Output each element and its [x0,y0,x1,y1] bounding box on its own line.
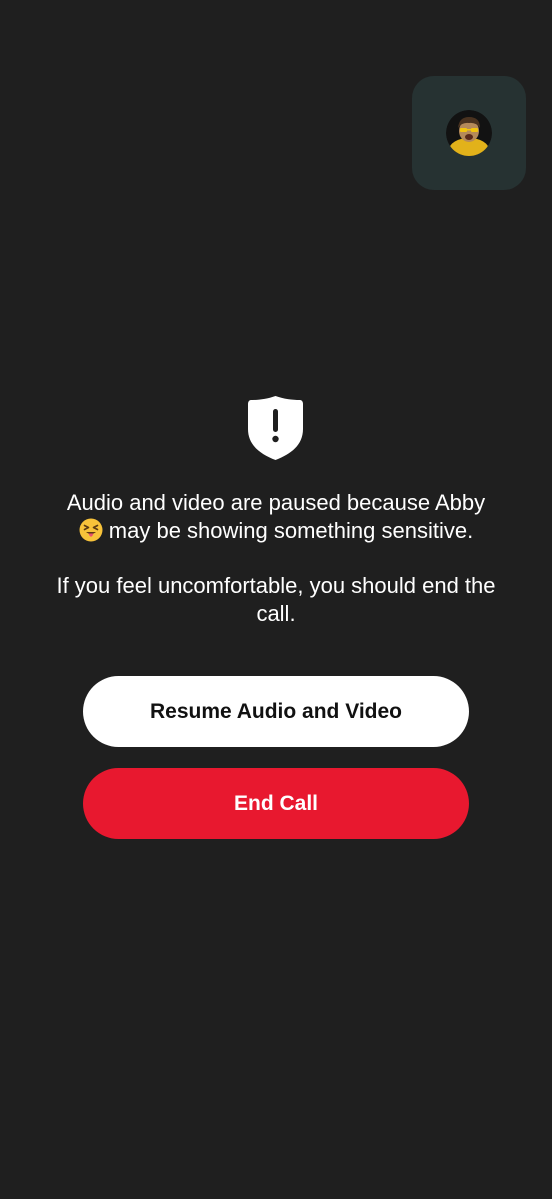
end-call-button[interactable]: End Call [83,768,469,839]
end-call-advice: If you feel uncomfortable, you should en… [56,573,496,626]
paused-message: Audio and video are paused because Abby … [40,489,512,545]
resume-audio-video-button[interactable]: Resume Audio and Video [83,676,469,747]
user-avatar-icon [446,110,492,156]
self-view-tile[interactable] [412,76,526,190]
paused-message-line1: Audio and video are paused because Abby [66,490,486,515]
squinting-tongue-emoji [79,518,103,542]
shield-exclamation-icon [248,396,303,460]
paused-message-line1-rest: may be showing something sensitive. [108,518,474,543]
